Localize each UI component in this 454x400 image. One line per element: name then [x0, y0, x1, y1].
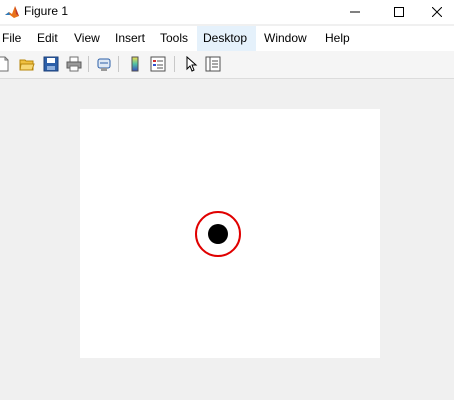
new-figure-button[interactable] — [0, 55, 12, 73]
link-plot-button[interactable] — [95, 55, 113, 73]
black-dot-marker — [208, 224, 228, 244]
menu-edit[interactable]: Edit — [31, 26, 64, 51]
menu-view[interactable]: View — [68, 26, 106, 51]
menu-tools[interactable]: Tools — [154, 26, 194, 51]
menu-desktop[interactable]: Desktop — [197, 26, 256, 51]
minimize-icon — [350, 11, 360, 13]
arrow-cursor-icon — [186, 56, 198, 72]
open-file-button[interactable] — [18, 55, 36, 73]
folder-open-icon — [19, 59, 35, 71]
window-title: Figure 1 — [24, 4, 69, 18]
edit-plot-button[interactable] — [182, 55, 200, 73]
menu-help[interactable]: Help — [319, 26, 356, 51]
insert-legend-button[interactable] — [149, 55, 167, 73]
toolbar-separator — [88, 56, 89, 72]
new-document-icon — [0, 56, 9, 72]
toolbar-separator — [118, 56, 119, 72]
maximize-icon — [394, 7, 404, 17]
toolbar-separator — [174, 56, 175, 72]
plot-axes[interactable] — [80, 109, 380, 358]
title-bar: Figure 1 — [0, 0, 454, 24]
property-inspector-button[interactable] — [204, 55, 222, 73]
legend-icon — [150, 56, 166, 72]
minimize-button[interactable] — [332, 0, 378, 24]
save-figure-button[interactable] — [42, 55, 60, 73]
menu-insert[interactable]: Insert — [109, 26, 151, 51]
printer-icon — [66, 56, 82, 72]
property-inspector-icon — [205, 56, 221, 72]
insert-colorbar-button[interactable] — [126, 55, 144, 73]
maximize-button[interactable] — [376, 0, 422, 24]
menu-window[interactable]: Window — [258, 26, 313, 51]
print-figure-button[interactable] — [65, 55, 83, 73]
link-plot-icon — [97, 58, 111, 71]
save-disk-icon — [43, 56, 59, 72]
matlab-logo-icon — [4, 4, 20, 20]
colorbar-icon — [131, 56, 139, 72]
close-button[interactable] — [420, 0, 454, 24]
figure-toolbar — [0, 51, 454, 79]
menu-bar: File Edit View Insert Tools Desktop Wind… — [0, 26, 454, 51]
menu-file[interactable]: File — [0, 26, 27, 51]
close-icon — [432, 7, 442, 17]
plot-canvas — [195, 211, 241, 257]
